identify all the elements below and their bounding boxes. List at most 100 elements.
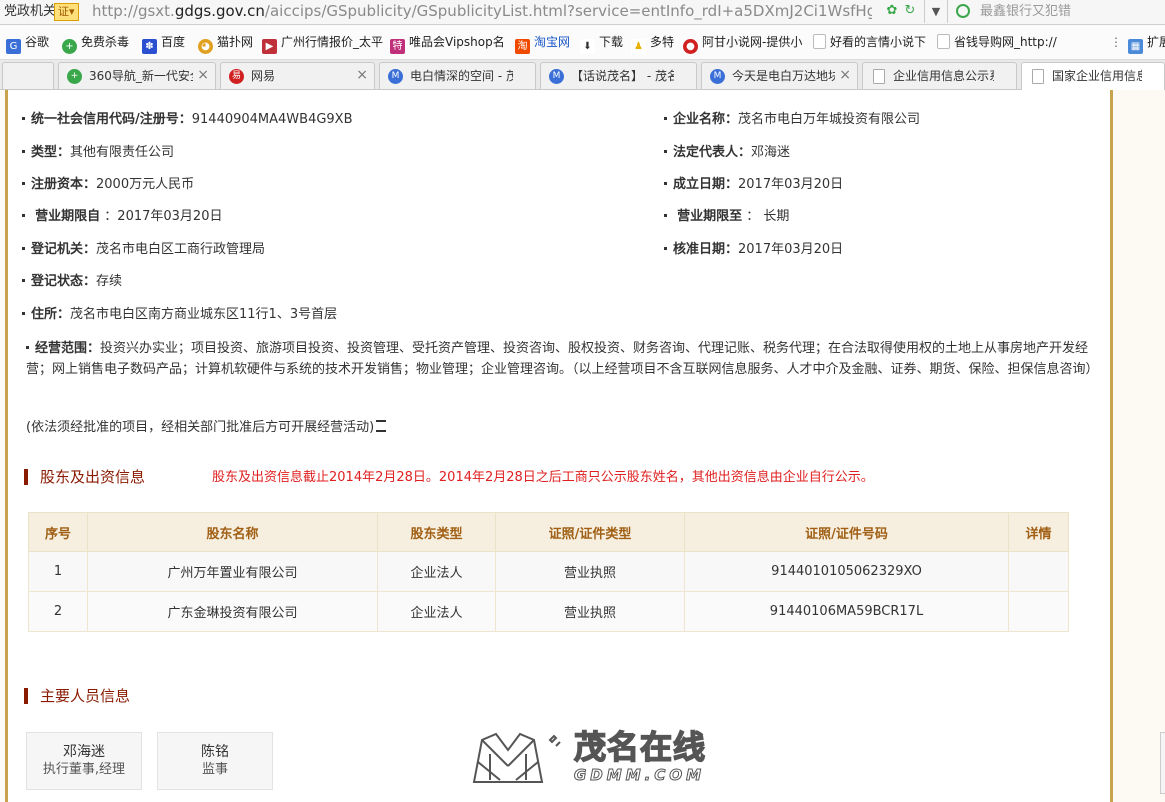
bookmark-item[interactable]: ● 阿甘小说网-提供小	[683, 34, 802, 54]
bookmark-item[interactable]: G 谷歌	[6, 34, 49, 54]
tab-title: 【话说茂名】 - 茂名	[571, 69, 674, 83]
table-cell: 营业执照	[495, 591, 685, 632]
bookmark-item[interactable]: ⬇ 下载	[580, 34, 623, 54]
field-address: 住所：茂名市电白区南方商业城东区11行1、3号首层	[22, 306, 337, 324]
maoming-icon: M	[549, 69, 564, 84]
field-term-to: 营业期限至 ： 长期	[664, 208, 789, 226]
baidu-paw-icon: ✽	[142, 39, 157, 54]
refresh-icon[interactable]: ↻	[902, 3, 918, 19]
bookmark-item[interactable]: ▦ 扩展	[1128, 34, 1165, 54]
details-cell[interactable]	[1008, 591, 1069, 632]
bookmark-label: 好看的言情小说下	[830, 35, 927, 49]
bookmark-label: 扩展	[1147, 35, 1165, 49]
bookmark-label: 免费杀毒	[81, 35, 130, 49]
watermark-subtext: GDMM.COM	[573, 766, 706, 785]
watermark-text: 茂名在线	[573, 727, 707, 767]
duote-icon: ♟	[631, 39, 646, 54]
tab[interactable]: M 电白情深的空间 - 茂	[379, 62, 536, 89]
field-type: 类型：其他有限责任公司	[22, 144, 174, 162]
table-cell: 9144010105062329XO	[684, 551, 1009, 592]
search-icon	[956, 4, 970, 18]
search-box[interactable]: 最鑫银行又犯错	[952, 0, 1165, 23]
chevron-down-icon[interactable]: ▼	[924, 0, 948, 23]
column-header: 序号	[28, 512, 88, 552]
apple-icon: ●	[683, 39, 698, 54]
table-cell: 91440106MA59BCR17L	[684, 591, 1009, 632]
page-icon	[813, 34, 826, 49]
tab[interactable]: M 今天是电白万达地块 ×	[701, 62, 858, 89]
table-row: 1 广州万年置业有限公司 企业法人 营业执照 9144010105062329X…	[28, 551, 1069, 592]
field-term-from: 营业期限自 ：2017年03月20日	[22, 208, 222, 226]
bookmark-item[interactable]: 特唯品会Vipshop名	[390, 34, 505, 54]
person-role: 监事	[201, 762, 228, 777]
certificate-badge[interactable]: 证▾	[54, 3, 79, 21]
url-domain: gdgs.gov.cn	[174, 2, 265, 20]
tab[interactable]: + 360导航_新一代安全 ×	[58, 62, 216, 89]
certificate-label: 证	[58, 5, 69, 18]
bookmark-item[interactable]: ◕ 猫扑网	[198, 34, 253, 54]
tab[interactable]: 易 网易 ×	[220, 62, 375, 89]
more-bookmarks-icon[interactable]: ⋮	[1110, 34, 1122, 50]
tab-active[interactable]: 国家企业信用信息公	[1021, 62, 1165, 90]
bookmark-item[interactable]: 好看的言情小说下	[813, 34, 926, 50]
shareholders-title: 股东及出资信息	[40, 468, 146, 486]
address-bar: 党政机关 证▾ http://gsxt.gdgs.gov.cn/aiccips/…	[0, 0, 1165, 25]
table-cell: 企业法人	[377, 551, 496, 592]
bookmark-item[interactable]: ♟ 多特	[631, 34, 674, 54]
google-icon: G	[6, 39, 21, 54]
cat-icon: ◕	[198, 39, 213, 54]
bookmark-item[interactable]: 省钱导购网_http://	[937, 34, 1057, 50]
close-icon[interactable]: ×	[356, 67, 368, 83]
watermark-logo-icon	[472, 732, 561, 783]
maoming-icon: M	[388, 69, 403, 84]
field-legal-rep: 法定代表人：邓海迷	[664, 144, 790, 162]
bookmark-label: 谷歌	[25, 35, 50, 49]
section-marker	[24, 688, 28, 704]
download-icon: ⬇	[580, 39, 595, 54]
bookmark-item[interactable]: 淘淘宝网	[515, 34, 570, 54]
table-cell: 2	[28, 591, 88, 632]
bookmarks-bar: G 谷歌 + 免费杀毒 ✽ 百度 ◕ 猫扑网 ▶ 广州行情报价_太平 特唯品会Vipsho…	[0, 25, 1165, 60]
scope-note: (依法须经批准的项目，经相关部门批准后方可开展经营活动)	[26, 419, 387, 437]
field-approval-date: 核准日期：2017年03月20日	[664, 241, 843, 259]
bookmark-label: 广州行情报价_太平	[281, 35, 384, 49]
table-cell: 企业法人	[377, 591, 496, 632]
site-type-badge[interactable]: 党政机关	[0, 0, 60, 23]
bookmark-item[interactable]: ▶ 广州行情报价_太平	[262, 34, 383, 54]
field-status: 登记状态：存续	[22, 273, 122, 291]
column-header: 证照/证件号码	[684, 512, 1009, 552]
side-panel-stub[interactable]	[1160, 732, 1165, 794]
page-viewport: 统一社会信用代码/注册号：91440904MA4WB4G9XB 企业名称：茂名市…	[0, 90, 1165, 802]
close-icon[interactable]: ×	[839, 67, 851, 83]
bookmark-item[interactable]: ✽ 百度	[142, 34, 185, 54]
bookmark-item[interactable]: + 免费杀毒	[62, 34, 129, 54]
details-cell[interactable]	[1008, 551, 1069, 592]
content-panel: 统一社会信用代码/注册号：91440904MA4WB4G9XB 企业名称：茂名市…	[5, 90, 1113, 802]
column-header: 证照/证件类型	[495, 512, 685, 552]
url-input[interactable]: http://gsxt.gdgs.gov.cn/aiccips/GSpublic…	[92, 0, 872, 23]
shareholders-table: 序号 股东名称 股东类型 证照/证件类型 证照/证件号码 详情 1 广州万年置业…	[28, 512, 1069, 632]
tab[interactable]: 企业信用信息公示系	[862, 62, 1017, 89]
bookmark-label: 百度	[161, 35, 186, 49]
person-card[interactable]: 邓海迷 执行董事,经理	[26, 732, 142, 790]
360-icon: +	[67, 69, 82, 84]
bookmark-label: 唯品会Vipshop名	[409, 35, 505, 49]
field-credit-code: 统一社会信用代码/注册号：91440904MA4WB4G9XB	[22, 111, 353, 129]
shield-icon: +	[62, 39, 77, 54]
tab[interactable]: M 【话说茂名】 - 茂名	[540, 62, 697, 89]
person-card[interactable]: 陈铭 监事	[157, 732, 273, 790]
url-path: /aiccips/GSpublicity/GSpublicityList.htm…	[264, 2, 872, 20]
page-icon	[937, 34, 950, 49]
bookmark-label: 下载	[599, 35, 624, 49]
gear-flower-icon[interactable]: ✿	[884, 3, 900, 19]
netease-icon: 易	[229, 69, 244, 84]
tab-title: 360导航_新一代安全	[89, 69, 193, 83]
close-icon[interactable]: ×	[197, 67, 209, 83]
column-header: 股东名称	[87, 512, 378, 552]
bookmark-label: 多特	[650, 35, 675, 49]
search-input[interactable]: 最鑫银行又犯错	[980, 0, 1071, 23]
tab[interactable]	[2, 62, 54, 89]
page-icon	[1032, 69, 1044, 84]
menu-icon	[376, 420, 387, 432]
page-margin	[1116, 90, 1165, 802]
